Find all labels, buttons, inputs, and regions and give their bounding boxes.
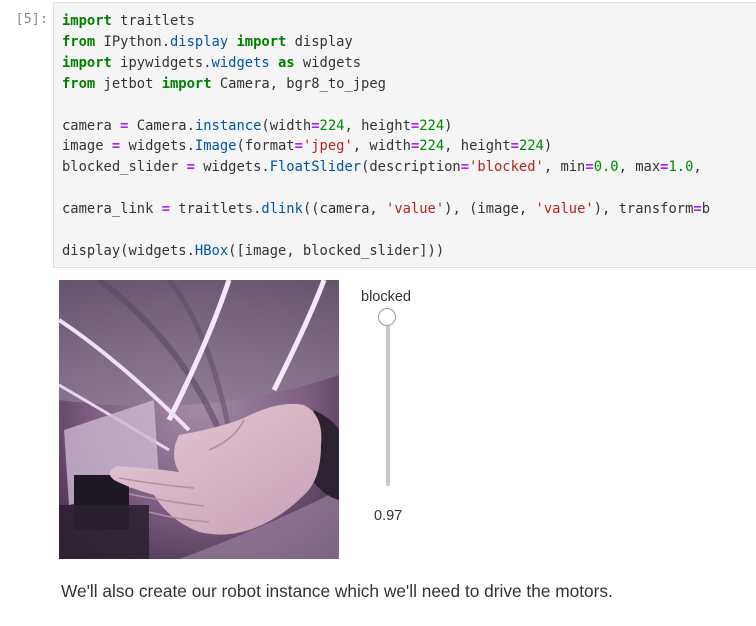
- code-token: instance: [194, 117, 262, 134]
- code-editor[interactable]: import traitlets from IPython.display im…: [62, 11, 710, 262]
- notebook-page: [5]: import traitlets from IPython.displ…: [0, 0, 756, 626]
- code-token: (description: [361, 159, 461, 176]
- code-token: from: [62, 33, 96, 50]
- code-token: image: [62, 138, 112, 155]
- slider-track[interactable]: [386, 318, 390, 486]
- code-token: ((camera,: [302, 201, 387, 218]
- slider-handle[interactable]: [378, 308, 396, 326]
- code-token: dlink: [261, 201, 303, 218]
- code-token: FloatSlider: [269, 159, 362, 176]
- code-token: 'value': [535, 201, 594, 218]
- code-token: camera: [62, 117, 121, 134]
- code-token: =: [460, 159, 470, 176]
- code-line: from jetbot import Camera, bgr8_to_jpeg: [62, 76, 386, 92]
- code-token: =: [294, 138, 303, 155]
- slider-label: blocked: [361, 289, 411, 305]
- code-line: camera_link = traitlets.dlink((camera, '…: [62, 201, 710, 217]
- code-token: b: [701, 201, 711, 218]
- code-token: =: [585, 159, 594, 176]
- code-token: .: [261, 159, 270, 176]
- code-token: ipywidgets: [111, 54, 204, 71]
- code-token: widgets: [294, 54, 362, 71]
- code-token: blocked_slider: [62, 159, 187, 176]
- code-token: traitlets: [111, 13, 195, 29]
- code-line: image = widgets.Image(format='jpeg', wid…: [62, 138, 552, 154]
- cell-prompt: [5]:: [15, 11, 48, 27]
- code-token: =: [161, 201, 170, 218]
- code-line: import ipywidgets.widgets as widgets: [62, 55, 361, 71]
- code-cell[interactable]: import traitlets from IPython.display im…: [53, 2, 756, 268]
- code-token: ), (image,: [444, 201, 536, 218]
- code-token: Camera, bgr8_to_jpeg: [211, 75, 386, 92]
- code-token: display: [170, 33, 229, 50]
- code-token: HBox: [194, 242, 229, 259]
- code-token: import: [62, 13, 112, 29]
- code-token: 0.0: [593, 159, 619, 176]
- code-token: camera_link: [62, 201, 162, 218]
- code-line: camera = Camera.instance(width=224, heig…: [62, 118, 452, 134]
- code-token: as: [278, 54, 295, 71]
- code-token: ): [444, 117, 453, 134]
- code-token: =: [510, 138, 519, 155]
- camera-frame-image: [59, 280, 339, 559]
- code-token: traitlets: [170, 201, 254, 218]
- code-line: import traitlets: [62, 13, 195, 29]
- code-token: display(widgets: [62, 242, 187, 259]
- code-token: ([image, blocked_slider])): [228, 242, 445, 259]
- code-token: , width: [352, 138, 411, 155]
- code-token: 1.0: [668, 159, 694, 176]
- code-token: import: [161, 75, 212, 92]
- code-line: blocked_slider = widgets.FloatSlider(des…: [62, 159, 702, 175]
- code-token: .: [186, 242, 195, 259]
- code-token: 224: [518, 138, 544, 155]
- code-token: =: [410, 117, 420, 134]
- code-token: .: [203, 54, 212, 71]
- code-token: =: [693, 201, 702, 218]
- code-token: (format: [236, 138, 295, 155]
- code-token: import: [236, 33, 287, 50]
- code-token: ,: [693, 159, 702, 176]
- code-token: , height: [444, 138, 511, 155]
- code-token: Image: [194, 138, 237, 155]
- code-line: from IPython.display import display: [62, 34, 353, 50]
- camera-image-widget: [59, 280, 339, 559]
- code-token: 224: [419, 138, 445, 155]
- markdown-paragraph: We'll also create our robot instance whi…: [61, 581, 613, 601]
- code-token: widgets: [120, 138, 187, 155]
- code-token: jetbot: [95, 75, 162, 92]
- code-token: , min: [543, 159, 586, 176]
- code-token: , max: [618, 159, 661, 176]
- code-token: Camera: [128, 117, 187, 134]
- code-token: 'jpeg': [302, 138, 353, 155]
- code-token: =: [311, 117, 320, 134]
- code-token: display: [286, 33, 353, 50]
- code-token: 224: [419, 117, 445, 134]
- code-token: from: [62, 75, 96, 92]
- code-line: display(widgets.HBox([image, blocked_sli…: [62, 243, 444, 259]
- code-token: =: [111, 138, 121, 155]
- code-token: 'value': [386, 201, 445, 218]
- code-token: .: [186, 138, 195, 155]
- code-token: =: [410, 138, 420, 155]
- code-token: .: [186, 117, 195, 134]
- code-token: widgets: [211, 54, 270, 71]
- code-token: ), transform: [593, 201, 694, 218]
- code-token: =: [186, 159, 195, 176]
- code-token: .: [161, 33, 170, 50]
- code-token: ): [543, 138, 553, 155]
- code-token: , height: [344, 117, 411, 134]
- code-token: 'blocked': [469, 159, 544, 176]
- code-token: widgets: [194, 159, 262, 176]
- code-token: IPython: [95, 33, 162, 50]
- slider-readout: 0.97: [374, 508, 403, 524]
- code-token: 224: [319, 117, 345, 134]
- code-token: (width: [261, 117, 312, 134]
- code-token: import: [62, 54, 112, 71]
